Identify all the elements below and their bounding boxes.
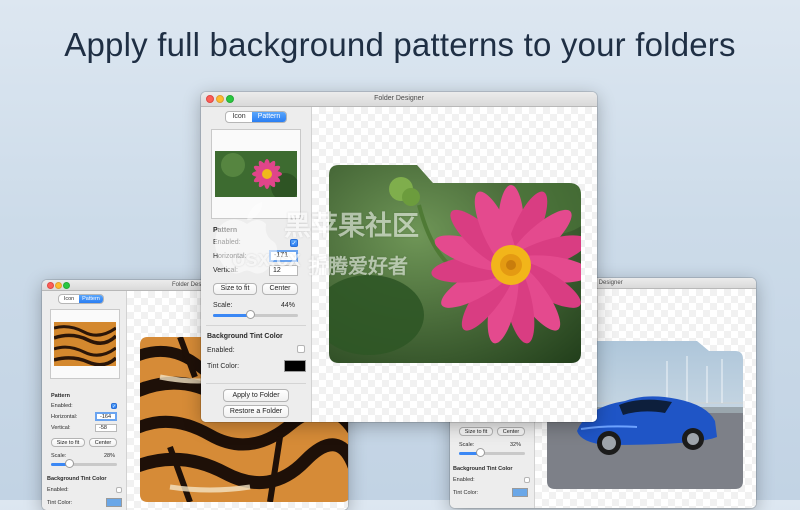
section-pattern: Pattern — [51, 393, 70, 399]
sidebar-left: Icon Pattern Pattern Enabled: ✓ Horizont… — [42, 291, 127, 510]
vertical-label: Vertical: — [51, 425, 71, 431]
horizontal-label: Horizontal: — [213, 253, 247, 260]
mode-tabs: Icon Pattern — [225, 111, 287, 123]
apply-to-folder-button[interactable]: Apply to Folder — [223, 389, 289, 402]
pattern-preview — [211, 129, 301, 219]
scale-slider[interactable] — [459, 448, 525, 457]
scale-label: Scale: — [213, 302, 233, 309]
horizontal-label: Horizontal: — [51, 414, 78, 420]
restore-folder-button[interactable]: Restore a Folder — [223, 405, 289, 418]
center-button[interactable]: Center — [262, 283, 298, 295]
scale-slider-knob[interactable] — [476, 448, 486, 457]
close-button[interactable] — [206, 95, 214, 103]
size-to-fit-button[interactable]: Size to fit — [459, 427, 493, 436]
minimize-button[interactable] — [216, 95, 224, 103]
center-button[interactable]: Center — [89, 438, 117, 447]
headline: Apply full background patterns to your f… — [64, 26, 736, 63]
scale-value: 32% — [510, 442, 522, 448]
tint-color-label: Tint Color: — [207, 363, 240, 370]
canvas-main — [312, 107, 597, 422]
tab-icon[interactable]: Icon — [226, 112, 252, 122]
tab-icon[interactable]: Icon — [59, 295, 79, 303]
scale-label: Scale: — [51, 453, 67, 459]
tint-color-swatch[interactable] — [512, 488, 528, 497]
tab-pattern[interactable]: Pattern — [252, 112, 286, 122]
mode-tabs: Icon Pattern — [58, 294, 104, 304]
divider — [206, 325, 306, 326]
vertical-label: Vertical: — [213, 267, 238, 274]
size-to-fit-button[interactable]: Size to fit — [51, 438, 85, 447]
tint-enabled-label: Enabled: — [207, 347, 235, 354]
enabled-label: Enabled: — [51, 403, 73, 409]
tint-enabled-checkbox[interactable] — [524, 477, 530, 483]
pattern-preview — [50, 309, 120, 379]
tiger-thumbnail — [54, 322, 116, 366]
titlebar-main: Folder Designer — [201, 92, 597, 107]
section-pattern: Pattern — [213, 227, 238, 234]
window-main: Folder Designer Icon Pattern Pattern Ena… — [201, 92, 597, 422]
scale-slider[interactable] — [213, 310, 298, 319]
sidebar-main: Icon Pattern Pattern Enabled: ✓ Horizont… — [201, 107, 312, 422]
flower-thumbnail — [215, 151, 297, 197]
flower-folder — [329, 165, 581, 363]
minimize-button[interactable] — [55, 282, 62, 289]
tint-color-swatch[interactable] — [284, 360, 306, 372]
enabled-label: Enabled: — [213, 239, 241, 246]
center-button[interactable]: Center — [497, 427, 525, 436]
scale-slider-knob[interactable] — [246, 310, 256, 319]
horizontal-input[interactable]: -164 — [95, 412, 117, 421]
horizontal-input[interactable]: -171 — [269, 250, 298, 262]
scale-value: 28% — [104, 453, 116, 459]
scale-slider[interactable] — [51, 459, 117, 468]
scale-value: 44% — [281, 302, 296, 309]
vertical-input[interactable]: -58 — [95, 424, 117, 432]
pattern-enabled-checkbox[interactable]: ✓ — [290, 239, 298, 247]
section-tint: Background Tint Color — [453, 466, 513, 472]
divider — [206, 383, 306, 384]
tint-color-label: Tint Color: — [453, 490, 479, 496]
tint-color-label: Tint Color: — [47, 500, 73, 506]
tab-pattern[interactable]: Pattern — [79, 295, 103, 303]
section-tint: Background Tint Color — [47, 476, 107, 482]
scale-slider-knob[interactable] — [65, 459, 75, 468]
scale-label: Scale: — [459, 442, 475, 448]
window-title: Folder Designer — [374, 95, 424, 102]
tint-enabled-checkbox[interactable] — [297, 345, 305, 353]
tint-enabled-label: Enabled: — [47, 487, 69, 493]
zoom-button[interactable] — [226, 95, 234, 103]
zoom-button[interactable] — [63, 282, 70, 289]
tint-enabled-label: Enabled: — [453, 477, 475, 483]
pattern-enabled-checkbox[interactable]: ✓ — [111, 403, 117, 410]
vertical-input[interactable]: 12 — [269, 265, 298, 276]
close-button[interactable] — [47, 282, 54, 289]
tint-color-swatch[interactable] — [106, 498, 122, 507]
size-to-fit-button[interactable]: Size to fit — [213, 283, 257, 295]
section-tint: Background Tint Color — [207, 333, 283, 340]
tint-enabled-checkbox[interactable] — [116, 487, 122, 493]
